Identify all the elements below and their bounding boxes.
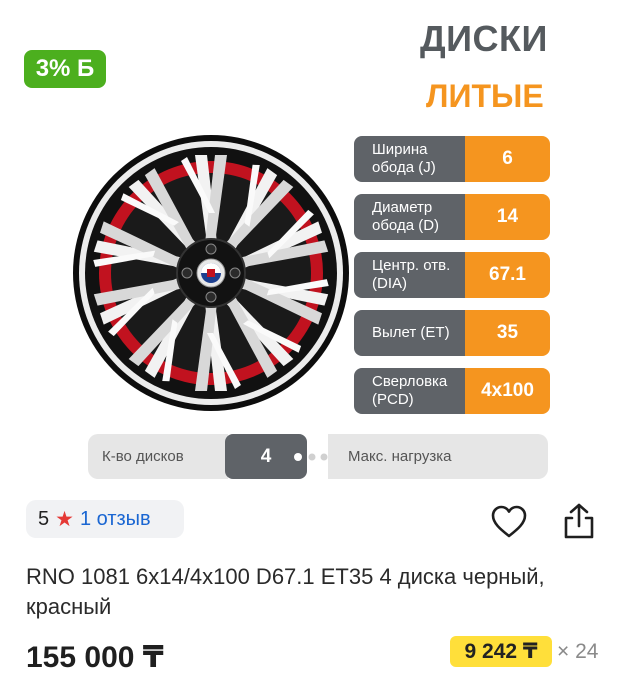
spec-row-rim-diameter: Диаметр обода (D) 14 — [354, 194, 550, 240]
quantity-label: К-во дисков — [88, 434, 228, 479]
installment-count: × 24 — [557, 640, 599, 663]
bonus-badge: 3% Б — [24, 50, 106, 88]
dots-icon — [294, 453, 328, 461]
reviews-link[interactable]: 1 отзыв — [80, 508, 151, 531]
spec-row-center-bore: Центр. отв. (DIA) 67.1 — [354, 252, 550, 298]
spec-label: Диаметр обода (D) — [354, 194, 465, 240]
quantity-load-bar: К-во дисков Макс. нагрузка 4 — [88, 434, 548, 479]
rating-chip[interactable]: 5 ★ 1 отзыв — [26, 500, 184, 538]
spec-label: Ширина обода (J) — [354, 136, 465, 182]
installment-badge[interactable]: 9 242 ₸ — [450, 636, 552, 667]
star-icon: ★ — [55, 507, 74, 531]
price-total: 155 000 ₸ — [26, 641, 164, 674]
spec-value: 6 — [465, 136, 550, 182]
share-icon[interactable] — [561, 502, 597, 540]
spec-row-offset: Вылет (ET) 35 — [354, 310, 550, 356]
spec-value: 67.1 — [465, 252, 550, 298]
spec-row-rim-width: Ширина обода (J) 6 — [354, 136, 550, 182]
heart-outline-icon[interactable] — [490, 504, 528, 540]
max-load-label: Макс. нагрузка — [328, 434, 548, 479]
spec-label: Центр. отв. (DIA) — [354, 252, 465, 298]
spec-value: 35 — [465, 310, 550, 356]
product-title: RNO 1081 6x14/4x100 D67.1 ET35 4 диска ч… — [26, 564, 545, 619]
spec-value: 14 — [465, 194, 550, 240]
category-subtitle: ЛИТЫЕ — [426, 78, 544, 114]
product-image-wheel[interactable] — [66, 128, 356, 418]
spec-label: Вылет (ET) — [354, 310, 465, 356]
category-title: ДИСКИ — [420, 18, 548, 59]
spec-value: 4x100 — [465, 368, 550, 414]
spec-row-bolt-pattern: Сверловка (PCD) 4x100 — [354, 368, 550, 414]
spec-table: Ширина обода (J) 6 Диаметр обода (D) 14 … — [354, 136, 550, 426]
rating-score: 5 — [38, 507, 50, 530]
spec-label: Сверловка (PCD) — [354, 368, 465, 414]
